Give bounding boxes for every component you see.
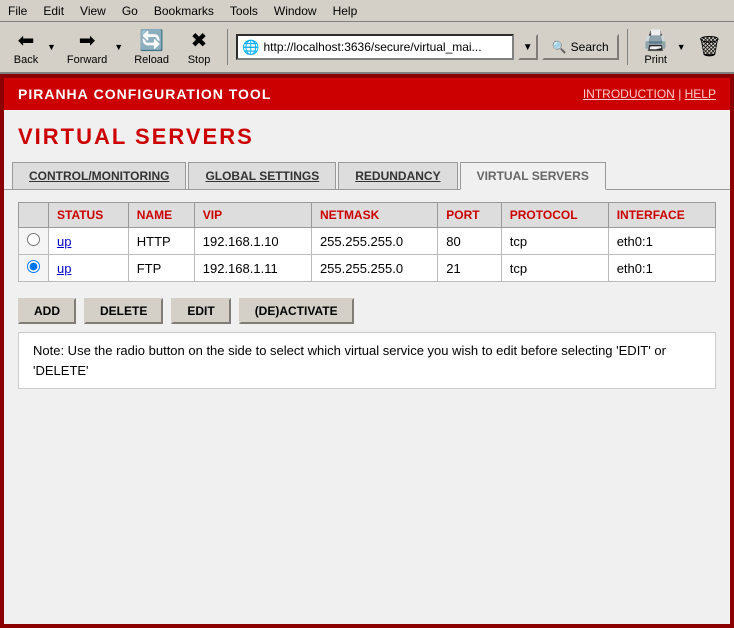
brand-name: PIRANHA: [18, 86, 89, 102]
app-title: PIRANHA CONFIGURATION TOOL: [18, 86, 271, 102]
name-cell-2: FTP: [128, 255, 194, 282]
stop-icon: ✖: [191, 28, 208, 53]
forward-btn-group: ➡ Forward ▼: [61, 24, 124, 70]
toolbar-separator: [227, 29, 228, 65]
address-input-wrap: 🌐: [236, 34, 514, 60]
print-button[interactable]: 🖨️ Print: [636, 24, 676, 70]
header-links: INTRODUCTION | HELP: [583, 87, 716, 101]
menu-bar: File Edit View Go Bookmarks Tools Window…: [0, 0, 734, 22]
tab-control-monitoring[interactable]: CONTROL/MONITORING: [12, 162, 186, 189]
forward-dropdown[interactable]: ▼: [113, 24, 124, 70]
introduction-link[interactable]: INTRODUCTION: [583, 87, 675, 101]
note-text: Note: Use the radio button on the side t…: [18, 332, 716, 389]
col-name: NAME: [128, 203, 194, 228]
interface-cell-1: eth0:1: [608, 228, 715, 255]
table-wrap: STATUS NAME VIP NETMASK PORT PROTOCOL IN…: [4, 190, 730, 290]
status-cell-2: up: [49, 255, 129, 282]
address-bar: 🌐 ▼ 🔍 Search: [236, 34, 619, 60]
col-protocol: PROTOCOL: [501, 203, 608, 228]
back-btn-group: ⬅ Back ▼: [6, 24, 57, 70]
app-title-text: CONFIGURATION TOOL: [89, 86, 272, 102]
stop-button[interactable]: ✖ Stop: [179, 24, 219, 70]
menu-go[interactable]: Go: [118, 3, 142, 19]
nav-tabs: CONTROL/MONITORING GLOBAL SETTINGS REDUN…: [4, 158, 730, 190]
forward-icon: ➡: [79, 28, 96, 53]
vip-cell-2: 192.168.1.11: [194, 255, 311, 282]
help-link[interactable]: HELP: [685, 87, 716, 101]
status-up-1[interactable]: up: [57, 234, 71, 249]
radio-cell-2[interactable]: [19, 255, 49, 282]
table-row: up HTTP 192.168.1.10 255.255.255.0 80 tc…: [19, 228, 716, 255]
forward-button[interactable]: ➡ Forward: [61, 24, 113, 70]
menu-tools[interactable]: Tools: [226, 3, 262, 19]
protocol-cell-1: tcp: [501, 228, 608, 255]
delete-button[interactable]: DELETE: [84, 298, 163, 324]
radio-cell-1[interactable]: [19, 228, 49, 255]
status-up-2[interactable]: up: [57, 261, 71, 276]
port-cell-1: 80: [438, 228, 502, 255]
address-dropdown-btn[interactable]: ▼: [518, 34, 538, 60]
port-cell-2: 21: [438, 255, 502, 282]
tab-virtual-servers[interactable]: VIRTUAL SERVERS: [460, 162, 606, 190]
back-button[interactable]: ⬅ Back: [6, 24, 46, 70]
back-label: Back: [14, 54, 38, 66]
back-icon: ⬅: [18, 28, 35, 53]
address-input[interactable]: [263, 40, 507, 54]
name-cell-1: HTTP: [128, 228, 194, 255]
menu-help[interactable]: Help: [329, 3, 362, 19]
toolbar-separator-2: [627, 29, 628, 65]
content-wrap: PIRANHA CONFIGURATION TOOL INTRODUCTION …: [0, 74, 734, 628]
menu-edit[interactable]: Edit: [39, 3, 68, 19]
menu-window[interactable]: Window: [270, 3, 321, 19]
tab-redundancy[interactable]: REDUNDANCY: [338, 162, 457, 189]
table-header-row: STATUS NAME VIP NETMASK PORT PROTOCOL IN…: [19, 203, 716, 228]
virtual-servers-table: STATUS NAME VIP NETMASK PORT PROTOCOL IN…: [18, 202, 716, 282]
print-icon: 🖨️: [643, 28, 668, 53]
search-label: Search: [571, 40, 609, 54]
interface-cell-2: eth0:1: [608, 255, 715, 282]
col-netmask: NETMASK: [311, 203, 437, 228]
search-button[interactable]: 🔍 Search: [542, 34, 619, 60]
reload-label: Reload: [134, 54, 169, 66]
netmask-cell-2: 255.255.255.0: [311, 255, 437, 282]
address-icon: 🌐: [242, 39, 259, 56]
toolbar: ⬅ Back ▼ ➡ Forward ▼ 🔄 Reload ✖ Stop 🌐 ▼…: [0, 22, 734, 74]
print-btn-group: 🖨️ Print ▼: [636, 24, 687, 70]
deactivate-button[interactable]: (DE)ACTIVATE: [239, 298, 354, 324]
back-dropdown[interactable]: ▼: [46, 24, 57, 70]
page-title: VIRTUAL SERVERS: [4, 110, 730, 158]
print-dropdown[interactable]: ▼: [676, 24, 687, 70]
action-buttons: ADD DELETE EDIT (DE)ACTIVATE: [4, 290, 730, 332]
vip-cell-1: 192.168.1.10: [194, 228, 311, 255]
menu-view[interactable]: View: [76, 3, 110, 19]
forward-label: Forward: [67, 54, 107, 66]
col-radio: [19, 203, 49, 228]
reload-button[interactable]: 🔄 Reload: [128, 24, 175, 70]
table-row: up FTP 192.168.1.11 255.255.255.0 21 tcp…: [19, 255, 716, 282]
reload-icon: 🔄: [139, 28, 164, 53]
col-port: PORT: [438, 203, 502, 228]
stop-label: Stop: [188, 54, 211, 66]
print-label: Print: [644, 54, 667, 66]
protocol-cell-2: tcp: [501, 255, 608, 282]
trash-icon: 🗑: [697, 34, 722, 59]
add-button[interactable]: ADD: [18, 298, 76, 324]
menu-bookmarks[interactable]: Bookmarks: [150, 3, 218, 19]
inner-content: PIRANHA CONFIGURATION TOOL INTRODUCTION …: [4, 78, 730, 624]
edit-button[interactable]: EDIT: [171, 298, 230, 324]
radio-button-2[interactable]: [27, 260, 40, 273]
status-cell-1: up: [49, 228, 129, 255]
col-vip: VIP: [194, 203, 311, 228]
menu-file[interactable]: File: [4, 3, 31, 19]
col-interface: INTERFACE: [608, 203, 715, 228]
radio-button-1[interactable]: [27, 233, 40, 246]
col-status: STATUS: [49, 203, 129, 228]
trash-button[interactable]: 🗑: [691, 24, 728, 70]
search-icon: 🔍: [552, 40, 567, 54]
tab-global-settings[interactable]: GLOBAL SETTINGS: [188, 162, 336, 189]
app-header: PIRANHA CONFIGURATION TOOL INTRODUCTION …: [4, 78, 730, 110]
netmask-cell-1: 255.255.255.0: [311, 228, 437, 255]
